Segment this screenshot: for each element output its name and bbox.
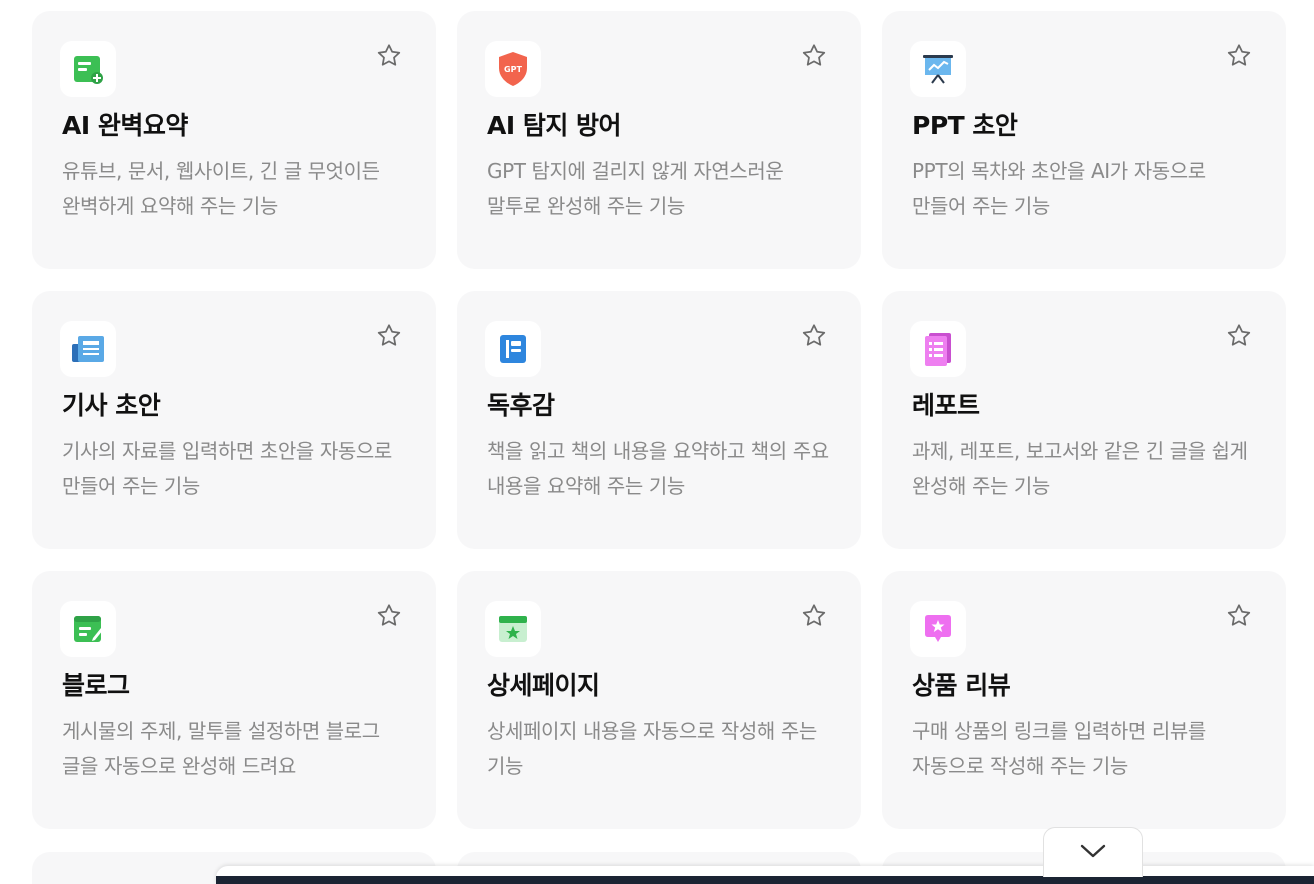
card-description: 기사의 자료를 입력하면 초안을 자동으로 만들어 주는 기능 <box>62 439 392 498</box>
blog-icon <box>60 601 116 657</box>
card-title: PPT 초안 <box>912 111 1018 140</box>
presentation-icon <box>910 41 966 97</box>
card-title: 상품 리뷰 <box>912 671 1011 700</box>
bottom-panel-edge <box>216 876 1314 884</box>
summary-icon <box>60 41 116 97</box>
book-icon <box>485 321 541 377</box>
newspaper-icon <box>60 321 116 377</box>
favorite-star-icon[interactable] <box>799 601 829 631</box>
card-title: AI 완벽요약 <box>62 111 188 140</box>
feature-card-article-draft[interactable]: 기사 초안 기사의 자료를 입력하면 초안을 자동으로 만들어 주는 기능 <box>32 291 436 549</box>
detail-page-icon <box>485 601 541 657</box>
card-description: 구매 상품의 링크를 입력하면 리뷰를 자동으로 작성해 주는 기능 <box>912 719 1206 778</box>
card-title: 블로그 <box>62 671 130 700</box>
chevron-down-icon <box>1079 843 1107 863</box>
report-icon <box>910 321 966 377</box>
feature-card-ai-detection-defense[interactable]: GPT AI 탐지 방어 GPT 탐지에 걸리지 않게 자연스러운 말투로 완성… <box>457 11 861 269</box>
feature-card-ppt-draft[interactable]: PPT 초안 PPT의 목차와 초안을 AI가 자동으로 만들어 주는 기능 <box>882 11 1286 269</box>
feature-card-report[interactable]: 레포트 과제, 레포트, 보고서와 같은 긴 글을 쉽게 완성해 주는 기능 <box>882 291 1286 549</box>
card-title: AI 탐지 방어 <box>487 111 622 140</box>
favorite-star-icon[interactable] <box>374 601 404 631</box>
card-description: GPT 탐지에 걸리지 않게 자연스러운 말투로 완성해 주는 기능 <box>487 159 784 218</box>
svg-text:GPT: GPT <box>504 65 522 74</box>
favorite-star-icon[interactable] <box>1224 601 1254 631</box>
card-description: 유튜브, 문서, 웹사이트, 긴 글 무엇이든 완벽하게 요약해 주는 기능 <box>62 159 380 218</box>
card-description: 게시물의 주제, 말투를 설정하면 블로그 글을 자동으로 완성해 드려요 <box>62 719 380 778</box>
feature-card-book-report[interactable]: 독후감 책을 읽고 책의 내용을 요약하고 책의 주요 내용을 요약해 주는 기… <box>457 291 861 549</box>
card-description: 상세페이지 내용을 자동으로 작성해 주는 기능 <box>487 719 817 778</box>
collapse-toggle-button[interactable] <box>1043 827 1143 877</box>
favorite-star-icon[interactable] <box>799 41 829 71</box>
card-title: 상세페이지 <box>487 671 600 700</box>
gpt-shield-icon: GPT <box>485 41 541 97</box>
card-title: 레포트 <box>912 391 980 420</box>
feature-card-blog[interactable]: 블로그 게시물의 주제, 말투를 설정하면 블로그 글을 자동으로 완성해 드려… <box>32 571 436 829</box>
favorite-star-icon[interactable] <box>1224 41 1254 71</box>
bottom-panel <box>216 866 1314 884</box>
card-description: 책을 읽고 책의 내용을 요약하고 책의 주요 내용을 요약해 주는 기능 <box>487 439 829 498</box>
favorite-star-icon[interactable] <box>799 321 829 351</box>
card-description: 과제, 레포트, 보고서와 같은 긴 글을 쉽게 완성해 주는 기능 <box>912 439 1248 498</box>
card-title: 기사 초안 <box>62 391 161 420</box>
feature-card-detail-page[interactable]: 상세페이지 상세페이지 내용을 자동으로 작성해 주는 기능 <box>457 571 861 829</box>
feature-card-summary[interactable]: AI 완벽요약 유튜브, 문서, 웹사이트, 긴 글 무엇이든 완벽하게 요약해… <box>32 11 436 269</box>
card-description: PPT의 목차와 초안을 AI가 자동으로 만들어 주는 기능 <box>912 159 1206 218</box>
favorite-star-icon[interactable] <box>374 41 404 71</box>
card-title: 독후감 <box>487 391 555 420</box>
feature-card-product-review[interactable]: 상품 리뷰 구매 상품의 링크를 입력하면 리뷰를 자동으로 작성해 주는 기능 <box>882 571 1286 829</box>
favorite-star-icon[interactable] <box>1224 321 1254 351</box>
feature-card-grid: AI 완벽요약 유튜브, 문서, 웹사이트, 긴 글 무엇이든 완벽하게 요약해… <box>0 0 1314 884</box>
favorite-star-icon[interactable] <box>374 321 404 351</box>
review-icon <box>910 601 966 657</box>
